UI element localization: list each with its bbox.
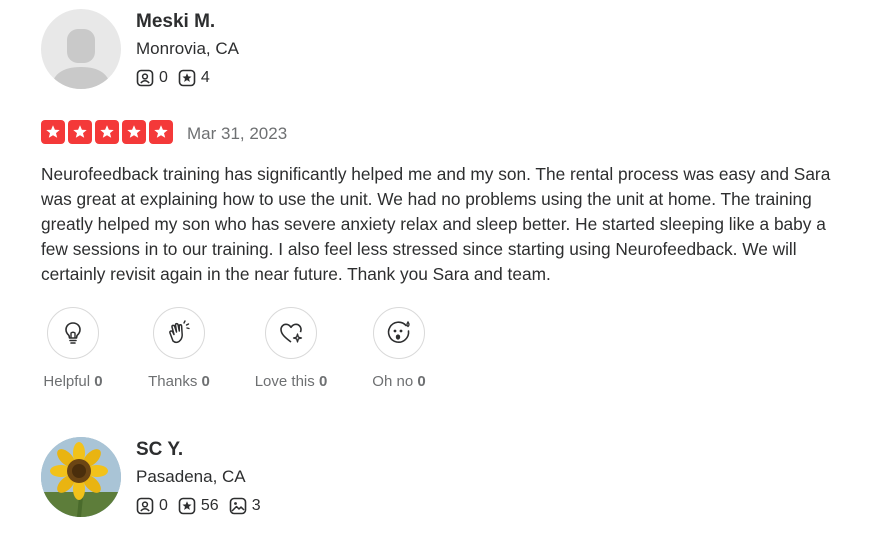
friends-icon — [136, 69, 154, 87]
oh-no-button[interactable] — [373, 307, 425, 359]
reaction-helpful: Helpful 0 — [18, 307, 128, 390]
photos-stat: 3 — [229, 497, 261, 515]
love-this-label: Love this 0 — [254, 373, 328, 390]
surprised-face-icon — [387, 320, 410, 343]
heart-sparkle-icon — [280, 323, 303, 343]
review-date: Mar 31, 2023 — [187, 124, 288, 143]
helpful-count: 0 — [94, 373, 103, 390]
user-name[interactable]: SC Y. — [136, 439, 183, 461]
friends-count: 0 — [159, 497, 168, 514]
thanks-button[interactable] — [153, 307, 205, 359]
clapping-hands-icon — [169, 320, 190, 344]
star-icon — [68, 120, 92, 144]
thanks-label: Thanks 0 — [148, 373, 210, 390]
reaction-thanks: Thanks 0 — [124, 307, 234, 390]
user-avatar[interactable] — [41, 437, 121, 517]
oh-no-label: Oh no 0 — [372, 373, 426, 390]
star-icon — [41, 120, 65, 144]
star-rating — [41, 120, 176, 144]
helpful-label: Helpful 0 — [43, 373, 103, 390]
user-avatar[interactable] — [41, 9, 121, 89]
oh-no-count: 0 — [417, 373, 426, 390]
reaction-oh-no: Oh no 0 — [344, 307, 454, 390]
reviews-count: 56 — [200, 497, 219, 514]
love-this-button[interactable] — [265, 307, 317, 359]
review-text: Neurofeedback training has significantly… — [41, 164, 831, 284]
user-stats: 0 56 3 — [136, 497, 271, 515]
star-icon — [149, 120, 173, 144]
reviews-count: 4 — [200, 69, 210, 86]
sunflower-photo — [41, 437, 121, 517]
thanks-count: 0 — [201, 373, 210, 390]
love-this-count: 0 — [318, 373, 328, 390]
friends-icon — [136, 497, 154, 515]
photos-count: 3 — [251, 497, 261, 514]
helpful-button[interactable] — [47, 307, 99, 359]
friends-stat: 0 — [136, 497, 168, 515]
star-icon — [122, 120, 146, 144]
friends-count: 0 — [159, 69, 168, 86]
reviews-stat: 56 — [178, 497, 219, 515]
user-location: Pasadena, CA — [136, 467, 246, 486]
user-stats: 0 4 — [136, 69, 220, 87]
review-star-icon — [178, 497, 196, 515]
user-name[interactable]: Meski M. — [136, 11, 215, 33]
user-location: Monrovia, CA — [136, 39, 239, 58]
review-star-icon — [178, 69, 196, 87]
photo-icon — [229, 497, 247, 515]
reaction-love-this: Love this 0 — [236, 307, 346, 390]
star-icon — [95, 120, 119, 144]
lightbulb-icon — [65, 322, 81, 344]
friends-stat: 0 — [136, 69, 168, 87]
reviews-stat: 4 — [178, 69, 210, 87]
default-avatar-icon — [51, 29, 111, 89]
